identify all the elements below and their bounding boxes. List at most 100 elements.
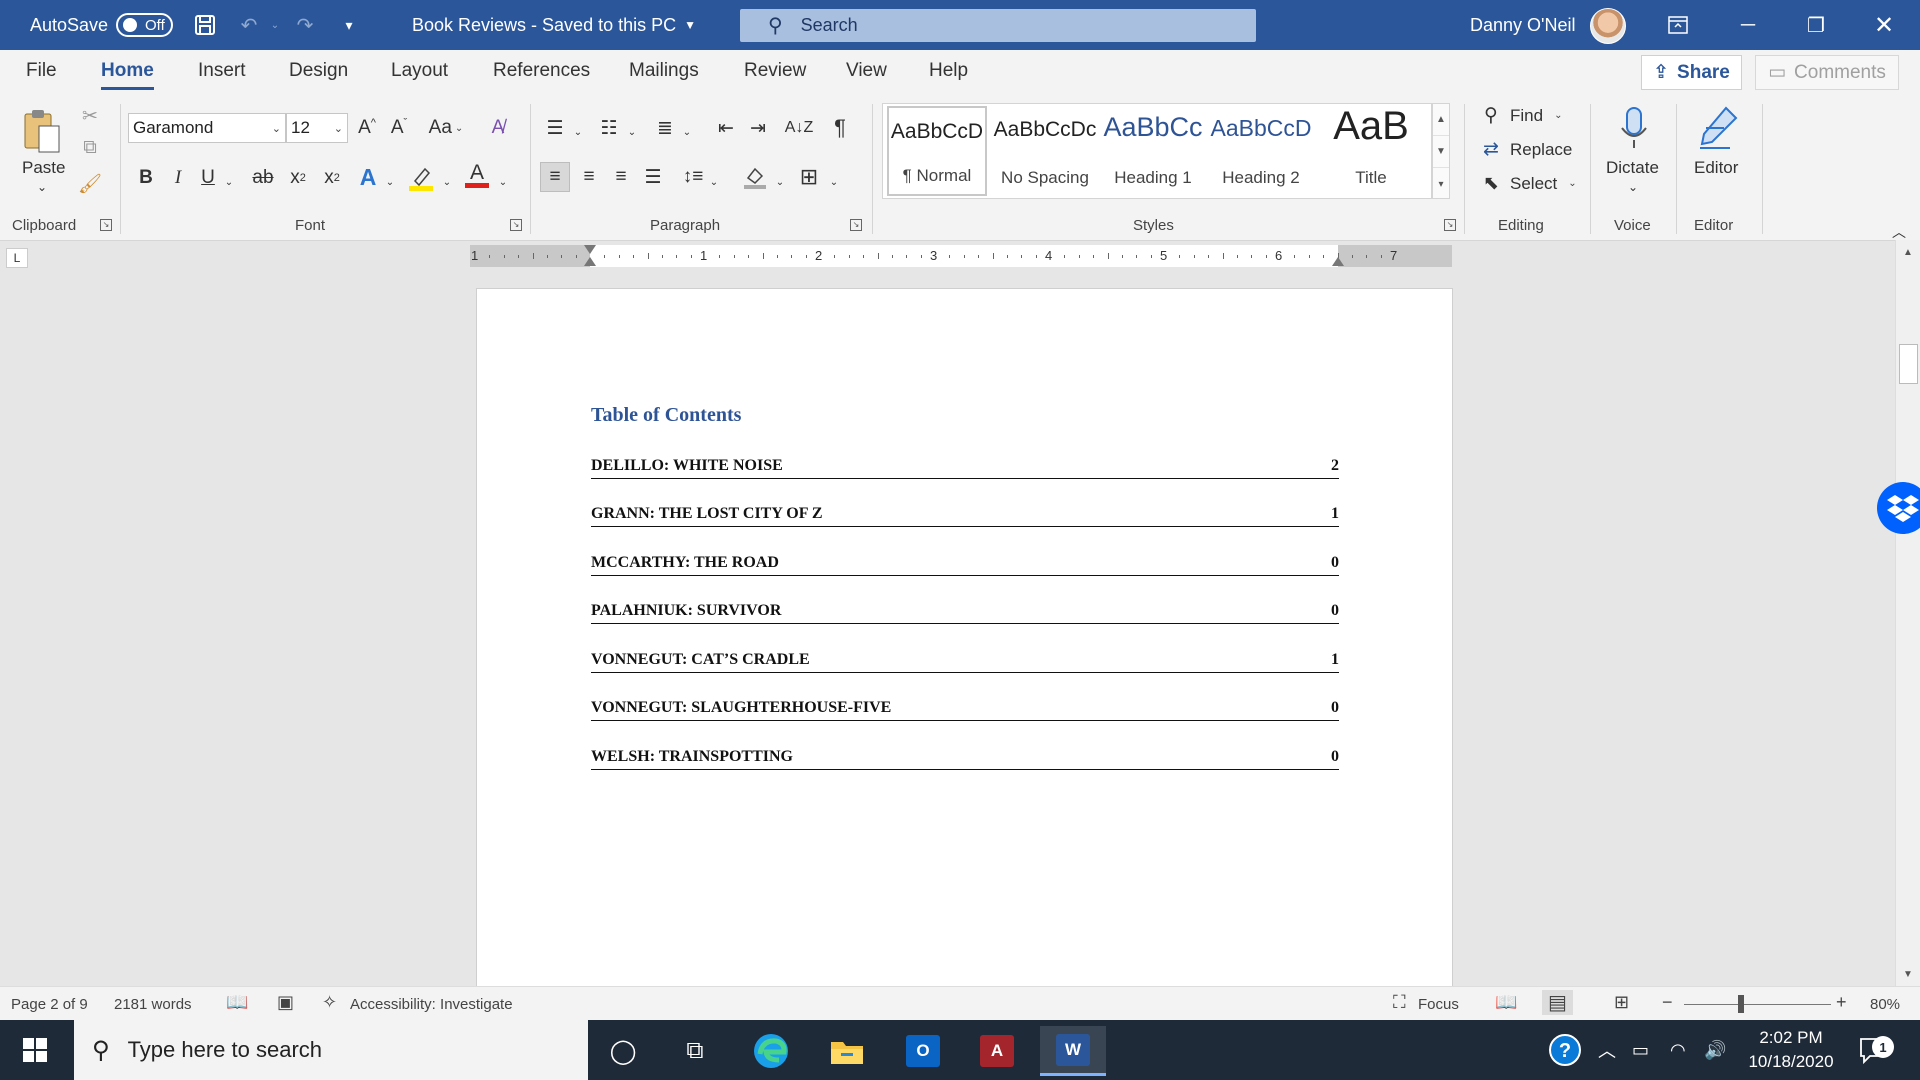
borders-icon[interactable]: ⊞	[794, 162, 824, 192]
find-button[interactable]: ⚲ Find ⌄	[1480, 104, 1562, 127]
grow-font-icon[interactable]: A ^	[354, 114, 380, 142]
document-page[interactable]: Table of Contents DELILLO: WHITE NOISE 2…	[476, 288, 1453, 986]
show-hidden-icons[interactable]: ︿	[1598, 1020, 1616, 1080]
highlight-dropdown-icon[interactable]: ⌄	[440, 168, 454, 196]
styles-launcher-icon[interactable]: ↘	[1444, 219, 1456, 231]
dropbox-icon[interactable]	[1877, 482, 1920, 534]
volume-icon[interactable]: 🔊	[1704, 1020, 1726, 1080]
edge-icon[interactable]	[738, 1026, 804, 1076]
customize-toolbar-icon[interactable]: ▾	[336, 12, 362, 38]
microphone-icon[interactable]	[1612, 104, 1656, 154]
read-mode-icon[interactable]: 📖	[1495, 992, 1517, 1013]
paste-icon[interactable]	[18, 106, 66, 156]
line-spacing-dropdown-icon[interactable]: ⌄	[708, 168, 720, 196]
access-icon[interactable]: A	[964, 1026, 1030, 1076]
hanging-indent-marker[interactable]	[584, 257, 596, 266]
taskbar-clock[interactable]: 2:02 PM 10/18/2020	[1736, 1026, 1846, 1074]
zoom-in-button[interactable]: +	[1836, 992, 1847, 1013]
tab-mailings[interactable]: Mailings	[629, 60, 699, 82]
toc-entry[interactable]: GRANN: THE LOST CITY OF Z 1	[591, 503, 1339, 527]
tab-references[interactable]: References	[493, 60, 590, 82]
tab-file[interactable]: File	[26, 60, 57, 82]
tab-help[interactable]: Help	[929, 60, 968, 82]
horizontal-ruler[interactable]: 1 1 2 3 4 5 6 7	[470, 245, 1452, 267]
zoom-slider-thumb[interactable]	[1738, 995, 1744, 1013]
proofing-book-icon[interactable]: 📖	[226, 992, 248, 1013]
underline-button[interactable]: U	[196, 164, 220, 192]
comments-button[interactable]: ▭ Comments	[1755, 55, 1899, 90]
shrink-font-icon[interactable]: Aˇ	[386, 114, 412, 142]
text-effects-icon[interactable]: A	[354, 162, 382, 192]
replace-button[interactable]: ⇄ Replace	[1480, 138, 1572, 161]
autosave-toggle[interactable]: Off	[116, 13, 173, 37]
scroll-down-icon[interactable]: ▼	[1896, 964, 1920, 984]
macro-recording-icon[interactable]: ▣	[277, 992, 294, 1013]
bold-button[interactable]: B	[134, 164, 158, 192]
style-no-spacing[interactable]: AaBbCcDc No Spacing	[993, 106, 1097, 196]
task-view-icon[interactable]: ⧉	[662, 1026, 728, 1076]
style-title[interactable]: AaB Title	[1317, 104, 1425, 196]
share-button[interactable]: ⇪ Share	[1641, 55, 1742, 90]
justify-icon[interactable]: ☰	[638, 162, 668, 192]
font-launcher-icon[interactable]: ↘	[510, 219, 522, 231]
strikethrough-button[interactable]: ab	[248, 164, 278, 192]
increase-indent-icon[interactable]: ⇥	[744, 114, 772, 142]
toc-entry[interactable]: VONNEGUT: CAT’S CRADLE 1	[591, 649, 1339, 673]
tab-insert[interactable]: Insert	[198, 60, 246, 82]
multilevel-dropdown-icon[interactable]: ⌄	[681, 118, 693, 146]
sort-icon[interactable]: A↓Z	[784, 114, 814, 142]
select-button[interactable]: ⬉ Select ⌄	[1480, 172, 1577, 195]
superscript-button[interactable]: x2	[318, 164, 346, 192]
zoom-slider-track[interactable]	[1684, 1004, 1831, 1005]
clear-formatting-icon[interactable]: A̸	[484, 114, 512, 142]
underline-dropdown-icon[interactable]: ⌄	[222, 168, 236, 196]
shading-icon[interactable]	[740, 162, 770, 192]
editor-pen-icon[interactable]	[1694, 102, 1742, 154]
page-indicator[interactable]: Page 2 of 9	[11, 996, 88, 1013]
restore-icon[interactable]: ❐	[1788, 0, 1844, 50]
tab-layout[interactable]: Layout	[391, 60, 448, 82]
numbering-dropdown-icon[interactable]: ⌄	[626, 118, 638, 146]
redo-icon[interactable]: ↷	[292, 12, 318, 38]
web-layout-icon[interactable]: ⊞	[1614, 992, 1629, 1013]
align-left-icon[interactable]: ≡	[540, 162, 570, 192]
wifi-icon[interactable]: ◠	[1670, 1020, 1686, 1080]
font-color-button[interactable]: A	[462, 160, 492, 190]
help-icon[interactable]: ?	[1548, 1020, 1582, 1080]
toc-entry[interactable]: MCCARTHY: THE ROAD 0	[591, 552, 1339, 576]
numbering-icon[interactable]: ☷	[594, 114, 624, 142]
collapse-ribbon-icon[interactable]: ︿	[1892, 222, 1906, 242]
avatar[interactable]	[1590, 8, 1626, 44]
word-icon[interactable]: W	[1040, 1026, 1106, 1076]
shading-dropdown-icon[interactable]: ⌄	[774, 168, 786, 196]
scroll-thumb[interactable]	[1899, 344, 1918, 384]
clipboard-launcher-icon[interactable]: ↘	[100, 219, 112, 231]
zoom-level[interactable]: 80%	[1870, 996, 1900, 1013]
style-heading-2[interactable]: AaBbCcD Heading 2	[1209, 106, 1313, 196]
font-size-select[interactable]: 12 ⌄	[286, 113, 348, 143]
toc-entry[interactable]: WELSH: TRAINSPOTTING 0	[591, 746, 1339, 770]
font-name-select[interactable]: Garamond ⌄	[128, 113, 286, 143]
align-center-icon[interactable]: ≡	[574, 162, 604, 192]
scroll-up-icon[interactable]: ▲	[1896, 242, 1920, 262]
cortana-icon[interactable]: ◯	[590, 1026, 656, 1076]
tab-home[interactable]: Home	[101, 60, 154, 90]
cut-icon[interactable]: ✂	[78, 104, 102, 128]
minimize-icon[interactable]: ─	[1720, 0, 1776, 50]
file-explorer-icon[interactable]	[814, 1026, 880, 1076]
style-heading-1[interactable]: AaBbCc Heading 1	[1101, 106, 1205, 196]
taskbar-search[interactable]: ⚲ Type here to search	[74, 1020, 588, 1080]
text-effects-dropdown-icon[interactable]: ⌄	[383, 168, 397, 196]
bullets-dropdown-icon[interactable]: ⌄	[572, 118, 584, 146]
windows-start-icon[interactable]	[0, 1020, 70, 1080]
highlight-icon[interactable]	[406, 162, 436, 192]
tab-review[interactable]: Review	[744, 60, 806, 82]
bullets-icon[interactable]: ☰	[540, 114, 570, 142]
right-indent-marker[interactable]	[1332, 257, 1344, 266]
word-count[interactable]: 2181 words	[114, 996, 192, 1013]
style-normal[interactable]: AaBbCcD ¶ Normal	[887, 106, 987, 196]
decrease-indent-icon[interactable]: ⇤	[712, 114, 740, 142]
italic-button[interactable]: I	[166, 164, 190, 192]
search-box[interactable]: ⚲ Search	[740, 9, 1256, 42]
toc-entry[interactable]: VONNEGUT: SLAUGHTERHOUSE-FIVE 0	[591, 697, 1339, 721]
